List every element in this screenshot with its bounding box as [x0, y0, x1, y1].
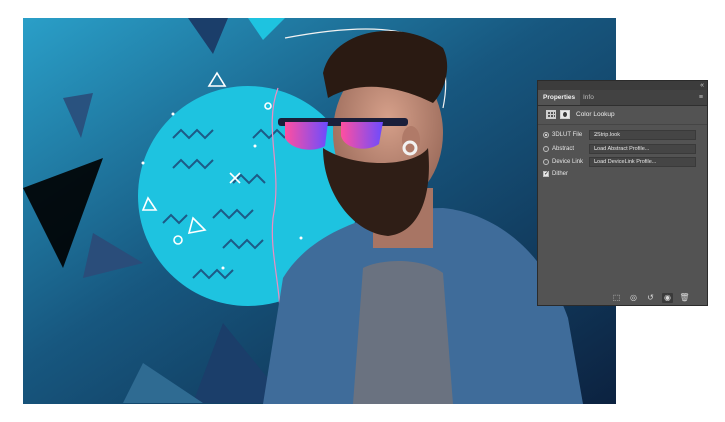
collapse-panel-icon[interactable]: «	[700, 81, 704, 90]
adjustment-layer-icon	[546, 110, 556, 119]
tab-info[interactable]: Info	[578, 90, 599, 105]
select-device-link[interactable]: Load DeviceLink Profile... ⌄	[589, 157, 696, 167]
panel-menu-icon[interactable]: ≡	[699, 94, 703, 101]
row-device-link: Device Link Load DeviceLink Profile... ⌄	[542, 157, 702, 167]
chevron-down-icon: ⌄	[594, 132, 599, 138]
panel-title-bar[interactable]: «	[538, 81, 707, 90]
artwork-image	[23, 18, 616, 404]
view-previous-state-icon[interactable]: ◎	[628, 293, 639, 303]
trash-icon[interactable]: 🗑	[679, 293, 690, 303]
panel-tabs: Properties Info ≡	[538, 90, 707, 106]
select-3dlut-file[interactable]: 2Strip.look ⌄	[589, 130, 696, 140]
document-canvas[interactable]	[23, 18, 616, 404]
reset-icon[interactable]: ↺	[645, 293, 656, 303]
radio-device-link[interactable]	[543, 159, 549, 165]
row-label: Abstract	[552, 146, 575, 152]
adjustment-title: Color Lookup	[576, 111, 615, 118]
panel-footer: ⬚ ◎ ↺ ◉ 🗑	[538, 291, 707, 305]
row-label: Device Link	[552, 159, 584, 165]
row-3dlut-file: 3DLUT File 2Strip.look ⌄	[542, 130, 702, 140]
row-label: 3DLUT File	[552, 132, 583, 138]
layer-mask-icon[interactable]	[560, 110, 570, 119]
adjustment-header: Color Lookup	[538, 106, 707, 125]
chevron-down-icon: ⌄	[594, 146, 599, 152]
radio-abstract[interactable]	[543, 146, 549, 152]
grey-tshirt	[353, 261, 453, 404]
radio-3dlut-file[interactable]	[543, 132, 549, 138]
properties-panel: « Properties Info ≡ Color Lookup 3DLUT F…	[537, 80, 708, 306]
tab-properties[interactable]: Properties	[538, 90, 581, 105]
visibility-eye-icon[interactable]: ◉	[662, 293, 673, 303]
dither-checkbox[interactable]	[543, 170, 549, 177]
select-abstract[interactable]: Load Abstract Profile... ⌄	[589, 144, 696, 154]
dither-label: Dither	[552, 171, 569, 177]
row-abstract: Abstract Load Abstract Profile... ⌄	[542, 144, 702, 154]
chevron-down-icon: ⌄	[594, 159, 599, 165]
clip-to-layer-icon[interactable]: ⬚	[611, 293, 622, 303]
